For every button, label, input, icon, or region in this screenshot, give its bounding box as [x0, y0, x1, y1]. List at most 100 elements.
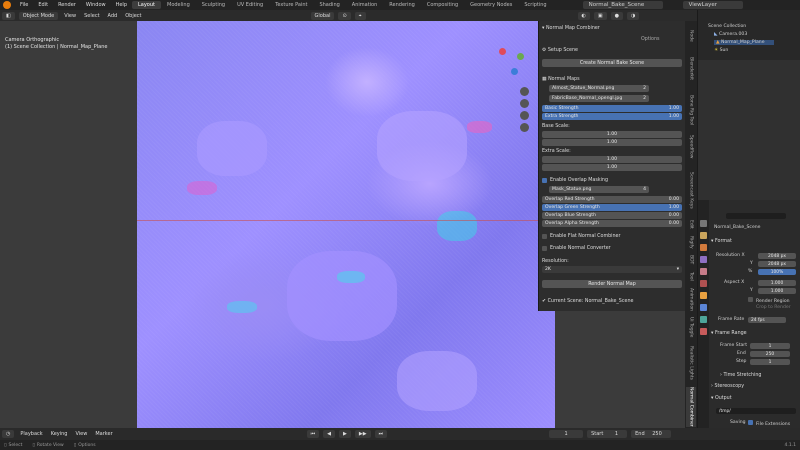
- shading-material-icon[interactable]: ◑: [627, 11, 640, 20]
- render-tab-icon[interactable]: [700, 232, 707, 239]
- menu-window[interactable]: Window: [81, 2, 111, 8]
- workspace-tab-uv-editing[interactable]: UV Editing: [231, 1, 269, 9]
- timeline-end-field[interactable]: End 250: [631, 430, 672, 438]
- aspect-x-field[interactable]: 1.000: [758, 280, 796, 286]
- outliner-item-plane[interactable]: ▲ Normal_Map_Plane: [714, 40, 774, 45]
- ortho-grid-icon[interactable]: [520, 123, 529, 132]
- tab-ui-toggle[interactable]: Ui Toggle: [686, 315, 696, 339]
- view-layer-tab-icon[interactable]: [700, 256, 707, 263]
- overlap-blue-field[interactable]: Overlap Blue Strength 0.00: [542, 212, 682, 219]
- timeline-view-menu[interactable]: View: [71, 431, 91, 437]
- frame-end-field[interactable]: 250: [750, 351, 790, 357]
- frame-step-field[interactable]: 1: [750, 359, 790, 365]
- play-icon[interactable]: ▶: [339, 430, 351, 438]
- tab-realistic-lights[interactable]: Realistic Lights: [686, 341, 696, 385]
- output-tab-icon[interactable]: [700, 244, 707, 251]
- tab-bone-rig-tool[interactable]: Bone Rig Tool: [686, 91, 696, 129]
- timeline-start-field[interactable]: Start 1: [587, 430, 628, 438]
- jump-start-icon[interactable]: ⏮: [306, 430, 320, 438]
- output-section[interactable]: ▾ Output: [711, 395, 797, 402]
- overlap-masking-checkbox[interactable]: Enable Overlap Masking: [542, 176, 682, 184]
- res-percent-field[interactable]: 100%: [758, 269, 796, 275]
- workspace-tab-modeling[interactable]: Modeling: [161, 1, 196, 9]
- menu-help[interactable]: Help: [111, 2, 132, 8]
- render-region-checkbox[interactable]: Render Region: [748, 297, 790, 304]
- outliner-root[interactable]: Scene Collection: [708, 24, 746, 29]
- snap-icon[interactable]: ⌖: [354, 11, 366, 20]
- normal-map-1-field[interactable]: Almost_Statue_Normal.png 2: [549, 85, 649, 92]
- workspace-tab-sculpting[interactable]: Sculpting: [196, 1, 231, 9]
- menu-file[interactable]: File: [15, 2, 33, 8]
- header-menu-add[interactable]: Add: [104, 13, 122, 19]
- workspace-tab-animation[interactable]: Animation: [346, 1, 384, 9]
- gizmo-x-icon[interactable]: [499, 48, 506, 55]
- pan-hand-icon[interactable]: [520, 99, 529, 108]
- render-normal-map-button[interactable]: Render Normal Map: [542, 280, 682, 288]
- timeline-editor-icon[interactable]: ◷: [2, 430, 15, 438]
- timeline-playback-menu[interactable]: Playback: [16, 431, 46, 437]
- basic-strength-field[interactable]: Basic Strength 1.00: [542, 105, 682, 112]
- res-y-field[interactable]: 2048 px: [758, 261, 796, 267]
- tab-tool[interactable]: Tool: [686, 269, 696, 283]
- next-key-icon[interactable]: ▶▶: [354, 430, 371, 438]
- timeline-keying-menu[interactable]: Keying: [47, 431, 72, 437]
- tab-screencast-keys[interactable]: Screencast Keys: [686, 165, 696, 215]
- camera-view-icon[interactable]: [520, 111, 529, 120]
- overlay-icon[interactable]: ◐: [577, 11, 590, 20]
- format-section[interactable]: ▾ Format: [711, 238, 797, 245]
- transform-orientation-selector[interactable]: Global: [310, 11, 335, 20]
- tab-speedflow[interactable]: Speedflow: [686, 131, 696, 163]
- header-menu-select[interactable]: Select: [80, 13, 103, 19]
- object-tab-icon[interactable]: [700, 292, 707, 299]
- aspect-y-field[interactable]: 1.000: [758, 288, 796, 294]
- overlap-alpha-field[interactable]: Overlap Alpha Strength 0.00: [542, 220, 682, 227]
- crop-checkbox[interactable]: Crop to Render: [756, 305, 791, 310]
- shading-solid-icon[interactable]: ●: [610, 11, 623, 20]
- workspace-tab-geometry-nodes[interactable]: Geometry Nodes: [464, 1, 518, 9]
- xray-icon[interactable]: ▣: [593, 11, 607, 20]
- timeline-marker-menu[interactable]: Marker: [91, 431, 116, 437]
- tab-blenderkit[interactable]: Blenderkit: [686, 49, 696, 89]
- base-scale-x-field[interactable]: 1.00: [542, 131, 682, 138]
- tab-rigify[interactable]: Rigify: [686, 233, 696, 251]
- tab-normal-combiner[interactable]: Normal Combiner: [686, 387, 696, 427]
- normal-map-2-field[interactable]: FabricBase_Normal_opengl.jpg 2: [549, 95, 649, 102]
- workspace-tab-scripting[interactable]: Scripting: [518, 1, 552, 9]
- gizmo-y-icon[interactable]: [517, 53, 524, 60]
- frame-start-field[interactable]: 1: [750, 343, 790, 349]
- data-tab-icon[interactable]: [700, 316, 707, 323]
- extra-strength-field[interactable]: Extra Strength 1.00: [542, 113, 682, 120]
- overlap-red-field[interactable]: Overlap Red Strength 0.00: [542, 196, 682, 203]
- editor-type-button[interactable]: ◧: [2, 11, 15, 20]
- menu-edit[interactable]: Edit: [33, 2, 53, 8]
- output-path-field[interactable]: /tmp/: [716, 408, 796, 414]
- flat-normal-checkbox[interactable]: Enable Flat Normal Combiner: [542, 232, 682, 240]
- scene-selector[interactable]: Normal_Bake_Scene: [582, 1, 663, 9]
- header-menu-view[interactable]: View: [60, 13, 80, 19]
- tool-tab-icon[interactable]: [700, 220, 707, 227]
- zoom-icon[interactable]: [520, 87, 529, 96]
- view-layer-selector[interactable]: ViewLayer: [682, 1, 743, 9]
- chevron-down-icon[interactable]: ▾: [542, 26, 544, 31]
- mode-selector[interactable]: Object Mode: [18, 11, 59, 20]
- tab-animation[interactable]: Animation: [686, 285, 696, 313]
- mask-image-field[interactable]: Mask_Statue.png 4: [549, 186, 649, 193]
- options-button[interactable]: Options: [641, 35, 682, 43]
- outliner-item-sun[interactable]: ☀ Sun: [714, 48, 728, 53]
- blender-logo-icon[interactable]: [3, 1, 11, 9]
- jump-end-icon[interactable]: ⏭: [374, 430, 388, 438]
- world-tab-icon[interactable]: [700, 280, 707, 287]
- outliner-item-camera[interactable]: ◣ Camera.003: [714, 32, 747, 37]
- create-bake-scene-button[interactable]: Create Normal Bake Scene: [542, 59, 682, 67]
- gizmo-z-icon[interactable]: [511, 68, 518, 75]
- time-stretching-section[interactable]: › Time Stretching: [720, 372, 797, 379]
- tab-item[interactable]: Node: [686, 25, 696, 47]
- material-tab-icon[interactable]: [700, 328, 707, 335]
- frame-range-section[interactable]: ▾ Frame Range: [711, 330, 797, 337]
- resolution-dropdown[interactable]: 2K ▾: [542, 266, 682, 273]
- extra-scale-y-field[interactable]: 1.00: [542, 164, 682, 171]
- workspace-tab-texture-paint[interactable]: Texture Paint: [269, 1, 313, 9]
- tab-bdt[interactable]: BDT: [686, 253, 696, 267]
- workspace-tab-compositing[interactable]: Compositing: [421, 1, 464, 9]
- tab-edit[interactable]: Edit: [686, 217, 696, 231]
